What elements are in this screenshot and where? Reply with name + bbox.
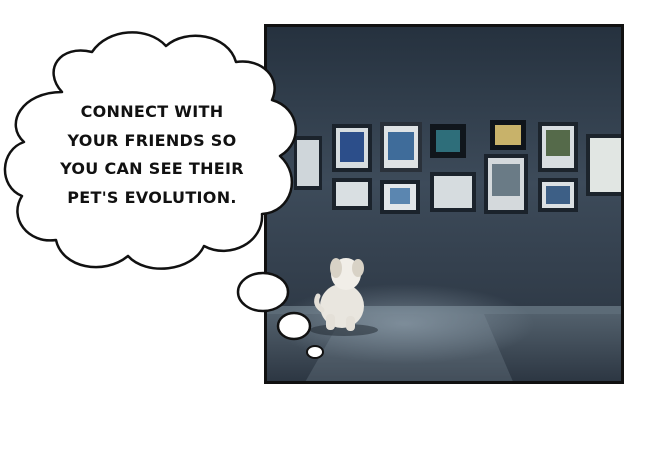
puppy-leg xyxy=(346,316,355,331)
caption-line: PET'S EVOLUTION. xyxy=(67,187,237,207)
thought-dot-large xyxy=(236,271,290,313)
caption-line: YOUR FRIENDS SO xyxy=(67,130,237,150)
caption-line: CONNECT WITH xyxy=(80,102,224,121)
picture-art xyxy=(390,188,410,204)
comic-panel: CONNECT WITH YOUR FRIENDS SO YOU CAN SEE… xyxy=(0,0,645,452)
picture-frame xyxy=(434,176,472,208)
puppy-ear xyxy=(352,259,364,277)
picture-art xyxy=(546,186,570,204)
picture-frame xyxy=(590,138,622,192)
picture-frame xyxy=(336,182,368,206)
thought-caption: CONNECT WITH YOUR FRIENDS SO YOU CAN SEE… xyxy=(42,98,262,212)
thought-dot-small xyxy=(306,345,324,359)
picture-art xyxy=(436,130,460,152)
picture-art xyxy=(495,125,521,145)
thought-dot-medium xyxy=(276,311,312,341)
picture-art xyxy=(340,132,364,162)
caption-line: YOU CAN SEE THEIR xyxy=(60,159,244,178)
picture-art xyxy=(492,164,520,196)
picture-art xyxy=(546,130,570,156)
picture-art xyxy=(388,132,414,160)
